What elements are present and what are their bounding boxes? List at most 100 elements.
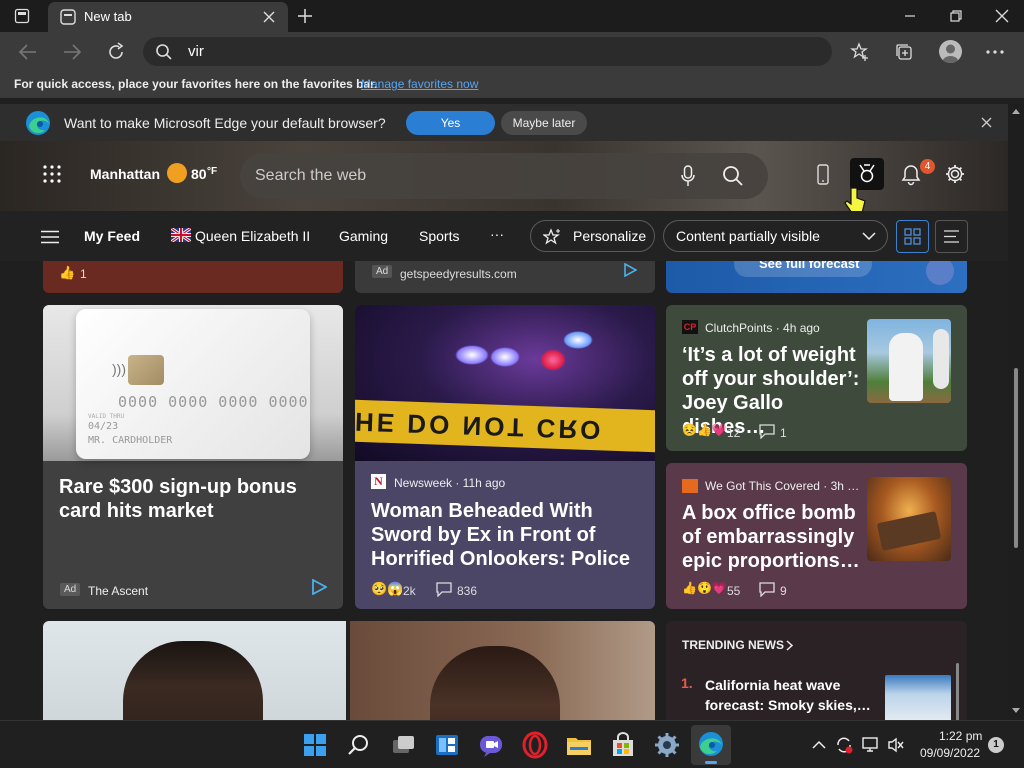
yes-button[interactable]: Yes	[406, 111, 495, 135]
scroll-down-icon[interactable]	[1012, 708, 1020, 714]
card-source: Newsweek · 11h ago	[394, 476, 506, 490]
personalize-button[interactable]: Personalize	[530, 220, 655, 252]
trending-header[interactable]: TRENDING NEWS	[682, 638, 784, 652]
app-launcher-icon[interactable]	[43, 165, 61, 183]
card-clutchpoints[interactable]: CP ClutchPoints · 4h ago ‘It’s a lot of …	[666, 305, 967, 451]
scroll-up-icon[interactable]	[1012, 108, 1020, 114]
list-view-button[interactable]	[935, 220, 968, 253]
comment-count: 1	[780, 426, 787, 440]
sync-icon[interactable]	[835, 736, 853, 754]
weather-temperature[interactable]: 80	[191, 166, 207, 182]
widgets-icon[interactable]	[433, 731, 461, 759]
content-visibility-select[interactable]: Content partially visible	[663, 220, 888, 252]
person-head-graphic	[123, 641, 263, 720]
partial-card-weather[interactable]: See full forecast	[666, 261, 967, 293]
tab-sports[interactable]: Sports	[419, 228, 459, 244]
weather-location[interactable]: Manhattan	[90, 166, 160, 182]
grid-view-button[interactable]	[896, 220, 929, 253]
card-valid-thru: VALID THRU	[88, 413, 125, 420]
collections-icon[interactable]	[894, 42, 914, 62]
notification-center-badge[interactable]: 1	[988, 737, 1004, 753]
edge-browser-icon[interactable]	[691, 725, 731, 765]
edge-logo-icon	[25, 110, 51, 136]
volume-muted-icon[interactable]	[887, 737, 905, 753]
reaction-emojis-icon: 👍😲💗	[682, 581, 727, 595]
title-bar: New tab	[0, 0, 1024, 32]
card-title[interactable]: Rare $300 sign-up bonus card hits market	[59, 475, 319, 523]
comment-icon[interactable]	[436, 582, 452, 597]
notifications-bell-icon[interactable]	[901, 164, 921, 186]
address-input[interactable]: vir	[188, 43, 204, 60]
clock-time[interactable]: 1:22 pm	[939, 729, 982, 743]
address-bar[interactable]: vir	[143, 37, 832, 66]
card-we-got-this-covered[interactable]: We Got This Covered · 3h … A box office …	[666, 463, 967, 609]
card-title[interactable]: A box office bomb of embarrassingly epic…	[682, 501, 868, 573]
scroll-thumb[interactable]	[1014, 368, 1018, 548]
gear-icon[interactable]	[944, 163, 966, 185]
maybe-later-button[interactable]: Maybe later	[501, 111, 587, 135]
tab-actions-icon[interactable]	[14, 8, 30, 24]
new-tab-icon	[60, 9, 76, 25]
tab-my-feed[interactable]: My Feed	[84, 228, 140, 244]
microphone-icon[interactable]	[681, 165, 695, 187]
thumbs-up-icon: 👍	[59, 265, 76, 280]
moon-icon	[926, 261, 954, 285]
comment-icon[interactable]	[759, 582, 775, 597]
trending-item[interactable]: 1. California heat wave forecast: Smoky …	[666, 673, 956, 720]
trending-news-panel: TRENDING NEWS 1. California heat wave fo…	[666, 621, 967, 720]
search-box[interactable]: Search the web	[240, 153, 768, 199]
minimize-button[interactable]	[902, 8, 918, 24]
close-window-button[interactable]	[994, 8, 1010, 24]
forward-icon[interactable]	[62, 43, 82, 61]
card-newsweek[interactable]: HE DO NOT CRO N Newsweek · 11h ago Woman…	[355, 305, 655, 609]
chevron-right-icon[interactable]	[786, 640, 794, 651]
profile-avatar[interactable]	[939, 40, 962, 63]
clock-date[interactable]: 09/09/2022	[920, 746, 980, 760]
partial-card-left[interactable]: 👍 1	[43, 261, 343, 293]
settings-app-icon[interactable]	[653, 731, 681, 759]
teams-chat-icon[interactable]	[477, 731, 505, 759]
tab-title: New tab	[84, 9, 132, 24]
close-tab-icon[interactable]	[262, 10, 276, 24]
card-title[interactable]: Woman Beheaded With Sword by Ex in Front…	[371, 499, 641, 571]
restore-button[interactable]	[948, 8, 964, 24]
mobile-icon[interactable]	[816, 164, 830, 186]
person-head-graphic	[430, 646, 560, 720]
search-input[interactable]: Search the web	[255, 167, 366, 185]
see-full-forecast-button[interactable]: See full forecast	[734, 261, 872, 277]
credit-card-graphic: ))) 0000 0000 0000 0000 VALID THRU 04/23…	[76, 309, 310, 459]
new-tab-button[interactable]	[296, 7, 314, 25]
adchoices-icon[interactable]	[311, 579, 327, 595]
weather-unit: °F	[207, 166, 218, 177]
microsoft-store-icon[interactable]	[609, 731, 637, 759]
close-banner-icon[interactable]	[981, 117, 992, 128]
partial-card-ad[interactable]: Ad getspeedyresults.com	[355, 261, 655, 293]
opera-icon[interactable]	[521, 731, 549, 759]
search-submit-icon[interactable]	[722, 165, 744, 187]
network-icon[interactable]	[862, 737, 880, 753]
refresh-icon[interactable]	[106, 42, 126, 62]
file-explorer-icon[interactable]	[565, 731, 593, 759]
card-credit-card-ad[interactable]: ))) 0000 0000 0000 0000 VALID THRU 04/23…	[43, 305, 343, 609]
hamburger-menu-icon[interactable]	[41, 230, 59, 244]
tab-gaming[interactable]: Gaming	[339, 228, 388, 244]
start-windows-icon[interactable]	[301, 731, 329, 759]
page-scrollbar[interactable]	[1008, 104, 1024, 720]
card-portraits[interactable]	[43, 621, 655, 720]
comment-icon[interactable]	[759, 424, 775, 439]
police-tape: HE DO NOT CRO	[355, 399, 655, 453]
favorites-star-icon[interactable]	[850, 42, 870, 62]
adchoices-icon[interactable]	[623, 263, 637, 277]
more-tabs-button[interactable]: ···	[490, 226, 504, 242]
wgtc-logo-icon	[682, 479, 698, 493]
tab-new-tab[interactable]: New tab	[48, 2, 288, 32]
content-visibility-value: Content partially visible	[676, 228, 820, 244]
manage-favorites-link[interactable]: Manage favorites now	[361, 77, 478, 91]
search-icon[interactable]	[345, 731, 373, 759]
back-icon[interactable]	[18, 43, 38, 61]
settings-more-icon[interactable]	[986, 50, 1004, 54]
tray-chevron-up-icon[interactable]	[812, 740, 826, 750]
panel-scrollbar[interactable]	[956, 663, 959, 720]
task-view-icon[interactable]	[389, 731, 417, 759]
tab-queen-elizabeth[interactable]: Queen Elizabeth II	[195, 228, 310, 244]
